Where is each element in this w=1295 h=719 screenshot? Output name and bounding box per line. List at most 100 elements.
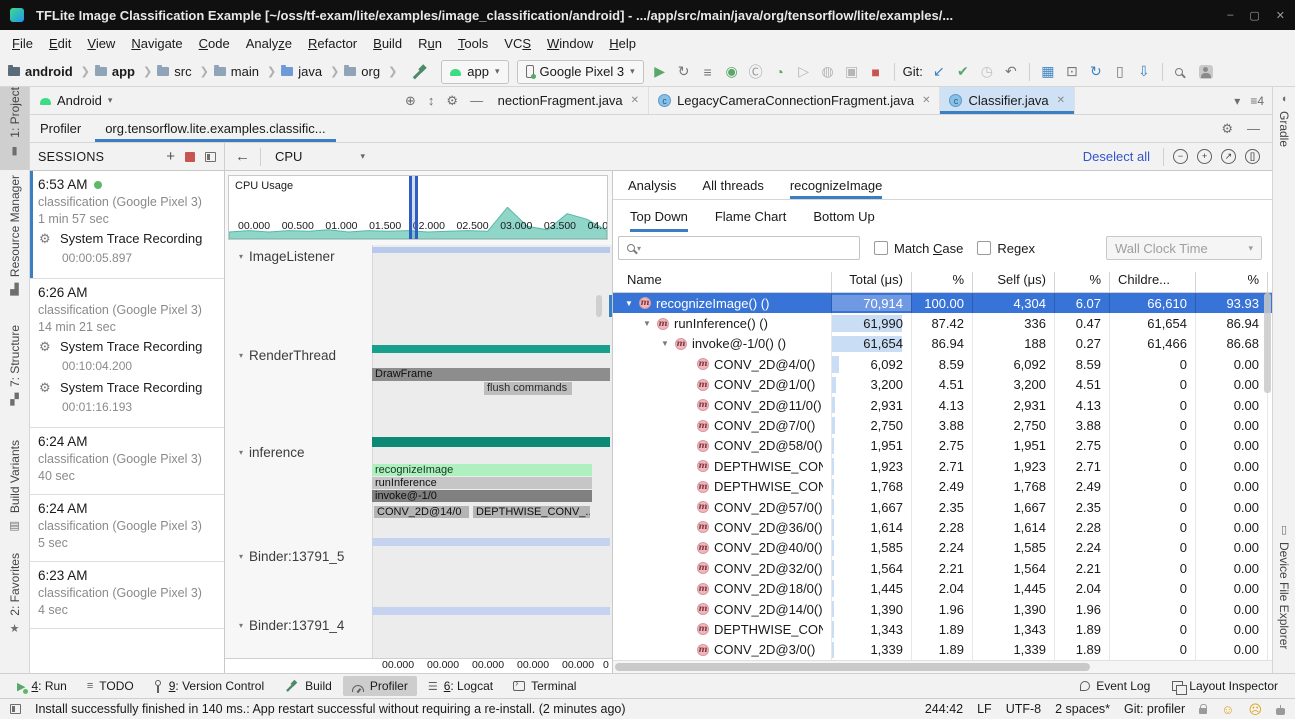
- sidebar-tab-resource-manager[interactable]: Resource Manager▟: [0, 175, 29, 300]
- sad-face-icon[interactable]: ☹: [1248, 703, 1262, 716]
- locate-icon[interactable]: ⊕: [405, 93, 416, 109]
- thread-track-renderthread[interactable]: ▾RenderThreadDrawFrameflush commands: [225, 345, 612, 437]
- table-row[interactable]: mCONV_2D@1/0()3,2004.513,2004.5100.00: [613, 375, 1272, 395]
- trace-event-bar[interactable]: CONV_2D@14/0: [374, 506, 469, 518]
- tab-recognizeimage[interactable]: recognizeImage: [790, 171, 883, 199]
- update-project-icon[interactable]: ↙: [927, 63, 951, 80]
- table-row[interactable]: ▼minvoke@-1/0() ()61,65486.941880.2761,4…: [613, 334, 1272, 354]
- rollback-icon[interactable]: ↶: [999, 63, 1023, 80]
- toolwindow-button-layout-inspector[interactable]: Layout Inspector: [1163, 676, 1287, 696]
- menu-item-view[interactable]: View: [79, 33, 123, 54]
- apply-changes-icon[interactable]: ↻: [672, 63, 696, 80]
- run-icon[interactable]: ▶: [648, 63, 672, 80]
- close-icon[interactable]: ✕: [631, 95, 639, 106]
- trace-event-bar[interactable]: recognizeImage: [372, 464, 592, 476]
- add-session-button[interactable]: +: [166, 148, 175, 165]
- session-item[interactable]: 6:26 AMclassification (Google Pixel 3)14…: [30, 279, 224, 428]
- toolwindow-button-todo[interactable]: ≡TODO: [78, 676, 143, 696]
- toolwindow-button-6-logcat[interactable]: ☰6: Logcat: [419, 676, 502, 696]
- tab-menu-icon[interactable]: ▾: [1234, 94, 1240, 108]
- breadcrumb-src[interactable]: src❯: [157, 64, 212, 79]
- menu-item-tools[interactable]: Tools: [450, 33, 496, 54]
- attach-profiler-icon[interactable]: ◍: [816, 63, 840, 80]
- menu-item-vcs[interactable]: VCS: [496, 33, 539, 54]
- toolwindow-button-terminal[interactable]: Terminal: [504, 676, 585, 696]
- table-row[interactable]: mCONV_2D@58/0()1,9512.751,9512.7500.00: [613, 436, 1272, 456]
- session-item[interactable]: 6:24 AMclassification (Google Pixel 3)5 …: [30, 495, 224, 562]
- tab-analysis[interactable]: Analysis: [628, 171, 676, 199]
- stage-select[interactable]: CPU ▾: [271, 149, 369, 164]
- thread-track-binder-13791-4[interactable]: ▾Binder:13791_4: [225, 607, 612, 658]
- expand-arrow-icon[interactable]: ▼: [643, 319, 657, 328]
- toolwindow-button-profiler[interactable]: Profiler: [343, 676, 417, 696]
- subtab-top-down[interactable]: Top Down: [630, 200, 688, 232]
- close-icon[interactable]: ✕: [922, 95, 930, 106]
- menu-item-navigate[interactable]: Navigate: [123, 33, 190, 54]
- stop-app-icon[interactable]: ▣: [840, 63, 864, 80]
- commit-icon[interactable]: ✔: [951, 63, 975, 80]
- threads-scrollbar-thumb[interactable]: [596, 295, 602, 317]
- table-row[interactable]: mCONV_2D@57/0()1,6672.351,6672.3500.00: [613, 497, 1272, 517]
- close-icon[interactable]: ✕: [1057, 95, 1065, 106]
- attach-debugger-icon[interactable]: ▷: [792, 63, 816, 80]
- lock-icon[interactable]: [1199, 708, 1207, 714]
- close-button[interactable]: ✕: [1276, 9, 1285, 22]
- panel-splitter[interactable]: [609, 295, 612, 317]
- hide-icon[interactable]: —: [1247, 121, 1260, 136]
- coverage-icon[interactable]: Ⓒ: [744, 62, 768, 82]
- chevron-down-icon[interactable]: ▾: [239, 351, 243, 360]
- table-row[interactable]: mDEPTHWISE_CONV_2D@...1,3431.891,3431.89…: [613, 619, 1272, 639]
- settings-icon[interactable]: ⚙: [446, 93, 458, 109]
- selection-range[interactable]: [409, 176, 418, 239]
- device-manager-icon[interactable]: ▦: [1036, 63, 1060, 80]
- vertical-scrollbar-thumb[interactable]: [1264, 293, 1271, 393]
- toolwindow-button-9-version-control[interactable]: 9: Version Control: [145, 676, 273, 696]
- profile-icon[interactable]: ◔: [768, 64, 792, 80]
- happy-face-icon[interactable]: ☺: [1221, 703, 1234, 716]
- table-row[interactable]: mCONV_2D@7/0()2,7503.882,7503.8800.00: [613, 415, 1272, 435]
- menu-item-run[interactable]: Run: [410, 33, 450, 54]
- breadcrumb-android[interactable]: android❯: [8, 64, 93, 79]
- back-button[interactable]: ←: [235, 148, 250, 165]
- session-item[interactable]: 6:23 AMclassification (Google Pixel 3)4 …: [30, 562, 224, 629]
- stop-icon[interactable]: ■: [864, 64, 888, 80]
- tab-all-threads[interactable]: All threads: [702, 171, 763, 199]
- menu-item-build[interactable]: Build: [365, 33, 410, 54]
- profiler-session-tab[interactable]: org.tensorflow.lite.examples.classific..…: [95, 115, 335, 142]
- table-row[interactable]: mCONV_2D@32/0()1,5642.211,5642.2100.00: [613, 558, 1272, 578]
- toolwindow-button-event-log[interactable]: Event Log: [1071, 676, 1159, 696]
- thread-state-bar[interactable]: [372, 538, 610, 546]
- subtab-flame-chart[interactable]: Flame Chart: [715, 200, 787, 232]
- clock-type-select[interactable]: Wall Clock Time ▾: [1106, 236, 1262, 260]
- avatar[interactable]: [1199, 65, 1213, 79]
- trace-event-bar[interactable]: invoke@-1/0: [372, 490, 592, 502]
- toolwindow-button-4-run[interactable]: ▶4: Run: [8, 676, 76, 696]
- sidebar-tab-build-variants[interactable]: Build Variants▤: [0, 440, 29, 550]
- run-configuration-select[interactable]: app ▾: [441, 60, 508, 84]
- menu-item-refactor[interactable]: Refactor: [300, 33, 365, 54]
- session-artifact-label[interactable]: System Trace Recording: [60, 339, 202, 354]
- gear-icon[interactable]: ⚙: [1221, 121, 1233, 137]
- thread-track-imagelistener[interactable]: ▾ImageListener: [225, 245, 612, 345]
- thread-state-bar[interactable]: [372, 247, 610, 253]
- expand-arrow-icon[interactable]: ▼: [661, 339, 675, 348]
- build-hammer-icon[interactable]: [412, 65, 427, 79]
- reset-zoom-icon[interactable]: ↗: [1221, 149, 1236, 164]
- deselect-all-link[interactable]: Deselect all: [1083, 149, 1150, 164]
- cpu-usage-chart[interactable]: CPU Usage 00.00000.50001.00001.50002.000…: [228, 175, 608, 240]
- search-field[interactable]: ▾: [618, 236, 860, 260]
- trace-event-bar[interactable]: flush commands: [484, 382, 572, 395]
- table-row[interactable]: mCONV_2D@11/0()2,9314.132,9314.1300.00: [613, 395, 1272, 415]
- chevron-down-icon[interactable]: ▾: [239, 552, 243, 561]
- subtab-bottom-up[interactable]: Bottom Up: [813, 200, 874, 232]
- debug-icon[interactable]: ◉: [720, 63, 744, 80]
- git-branch[interactable]: Git: profiler: [1124, 702, 1185, 716]
- sidebar-tab-gradle[interactable]: ◖Gradle: [1273, 93, 1295, 173]
- session-item[interactable]: 6:53 AMclassification (Google Pixel 3)1 …: [30, 171, 224, 279]
- trace-event-bar[interactable]: DrawFrame: [372, 368, 610, 381]
- chevron-down-icon[interactable]: ▾: [239, 448, 243, 457]
- device-select[interactable]: Google Pixel 3 ▾: [517, 60, 644, 84]
- collapse-panel-icon[interactable]: [205, 152, 216, 162]
- file-encoding[interactable]: UTF-8: [1006, 702, 1041, 716]
- breadcrumb-java[interactable]: java❯: [281, 64, 342, 79]
